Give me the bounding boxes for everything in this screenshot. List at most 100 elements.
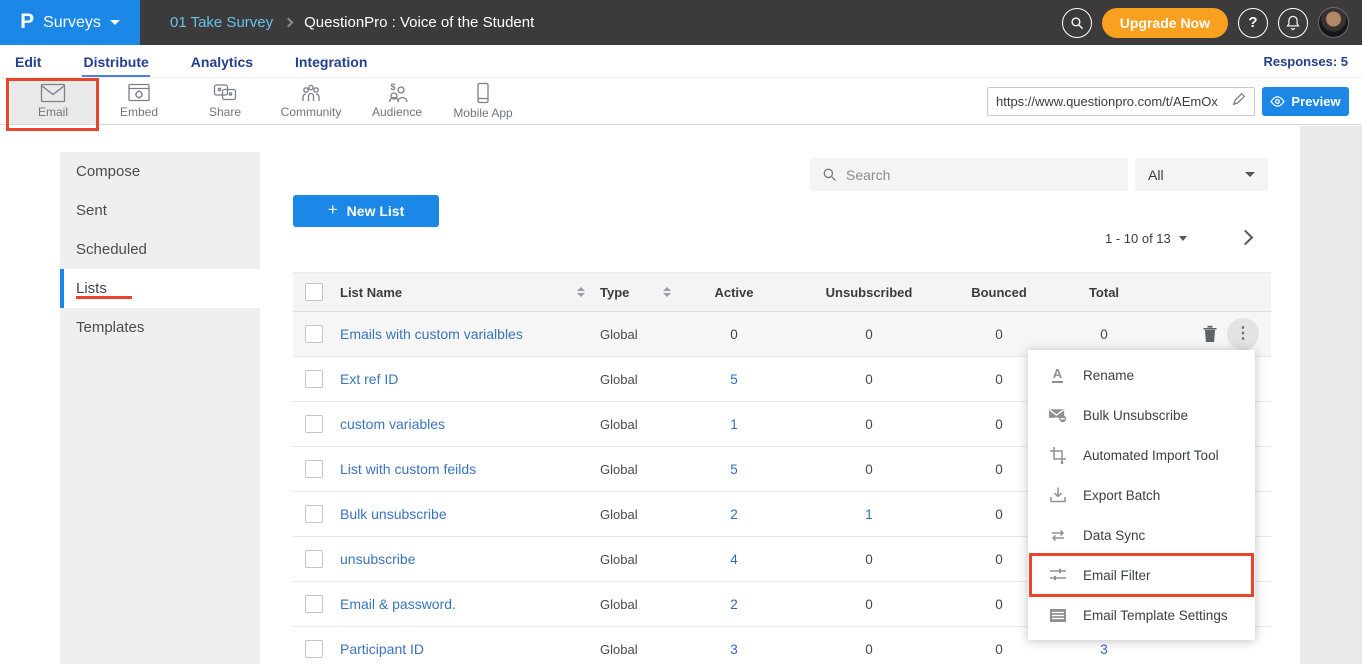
preview-button[interactable]: Preview	[1262, 87, 1349, 116]
list-search	[810, 158, 1128, 191]
bounced-count: 0	[944, 327, 1054, 342]
row-checkbox[interactable]	[305, 415, 323, 433]
menu-item-bulk-unsubscribe[interactable]: Bulk Unsubscribe	[1028, 395, 1255, 435]
channel-label: Share	[209, 105, 241, 119]
new-list-label: New List	[347, 203, 405, 219]
surveys-product-menu[interactable]: P Surveys	[0, 0, 140, 45]
svg-text:$: $	[390, 83, 395, 92]
sort-icon[interactable]	[660, 287, 674, 297]
channel-email[interactable]: Email	[10, 78, 96, 124]
total-count[interactable]: 3	[1054, 642, 1154, 657]
list-name-link[interactable]: Email & password.	[340, 596, 574, 612]
sidebar-item-templates[interactable]: Templates	[60, 308, 260, 347]
tab-distribute[interactable]: Distribute	[82, 46, 149, 77]
sort-icon[interactable]	[574, 287, 588, 297]
menu-item-rename[interactable]: A Rename	[1028, 355, 1255, 395]
delete-list-button[interactable]	[1199, 323, 1221, 345]
list-type: Global	[588, 642, 660, 657]
channel-mobile-app[interactable]: Mobile App	[440, 78, 526, 124]
active-count[interactable]: 1	[674, 417, 794, 432]
list-name-link[interactable]: Participant ID	[340, 641, 574, 657]
search-button[interactable]	[1062, 8, 1092, 38]
questionpro-logo-icon: P	[20, 10, 34, 34]
tab-edit[interactable]: Edit	[14, 46, 42, 77]
row-checkbox[interactable]	[305, 505, 323, 523]
user-avatar[interactable]	[1318, 7, 1349, 38]
survey-url-input[interactable]	[996, 94, 1226, 109]
list-filter-dropdown[interactable]: All	[1135, 158, 1268, 191]
notifications-button[interactable]	[1278, 8, 1308, 38]
sidebar-item-lists[interactable]: Lists	[60, 269, 260, 308]
menu-item-export-batch[interactable]: Export Batch	[1028, 475, 1255, 515]
sidebar-item-label: Templates	[76, 319, 144, 336]
sidebar-item-sent[interactable]: Sent	[60, 191, 260, 230]
unsubscribed-count: 0	[794, 642, 944, 657]
select-all-checkbox[interactable]	[305, 283, 323, 301]
next-page-chevron[interactable]	[1238, 230, 1254, 246]
unsubscribed-count[interactable]: 1	[794, 507, 944, 522]
edit-url-pencil-icon[interactable]	[1232, 92, 1246, 111]
list-name-link[interactable]: custom variables	[340, 416, 574, 432]
chevron-right-icon	[284, 18, 294, 28]
email-icon	[40, 83, 66, 103]
list-name-link[interactable]: Ext ref ID	[340, 371, 574, 387]
search-icon	[822, 167, 837, 182]
active-count[interactable]: 5	[674, 372, 794, 387]
list-type: Global	[588, 507, 660, 522]
active-count[interactable]: 2	[674, 507, 794, 522]
email-template-settings-icon	[1048, 606, 1067, 625]
email-distribution-content: Compose Sent Scheduled Lists Templates A…	[0, 126, 1362, 664]
column-header-list-name[interactable]: List Name	[340, 285, 574, 300]
list-name-link[interactable]: Bulk unsubscribe	[340, 506, 574, 522]
channel-embed[interactable]: Embed	[96, 78, 182, 124]
menu-item-data-sync[interactable]: Data Sync	[1028, 515, 1255, 555]
channel-share[interactable]: Share	[182, 78, 268, 124]
column-header-type[interactable]: Type	[588, 285, 660, 300]
bulk-unsubscribe-icon	[1048, 406, 1067, 425]
menu-item-email-template-settings[interactable]: Email Template Settings	[1028, 595, 1255, 635]
search-input[interactable]	[846, 167, 1116, 183]
active-count[interactable]: 3	[674, 642, 794, 657]
sidebar-item-scheduled[interactable]: Scheduled	[60, 230, 260, 269]
active-count: 0	[674, 327, 794, 342]
responses-count[interactable]: Responses: 5	[1263, 54, 1348, 69]
unsubscribed-count: 0	[794, 462, 944, 477]
sidebar-item-label: Scheduled	[76, 241, 147, 258]
list-name-link[interactable]: List with custom feilds	[340, 461, 574, 477]
pagination-control[interactable]: 1 - 10 of 13	[1105, 231, 1187, 246]
breadcrumb-survey-link[interactable]: 01 Take Survey	[170, 14, 273, 31]
help-button[interactable]: ?	[1238, 8, 1268, 38]
unsubscribed-count: 0	[794, 597, 944, 612]
row-context-menu: A Rename Bulk Unsubscribe	[1028, 350, 1255, 640]
list-name-link[interactable]: Emails with custom varialbles	[340, 326, 574, 342]
email-sidebar: Compose Sent Scheduled Lists Templates	[60, 152, 260, 664]
menu-item-label: Bulk Unsubscribe	[1083, 408, 1188, 423]
community-icon	[299, 83, 323, 103]
row-checkbox[interactable]	[305, 550, 323, 568]
list-name-link[interactable]: unsubscribe	[340, 551, 574, 567]
row-checkbox[interactable]	[305, 595, 323, 613]
menu-item-label: Automated Import Tool	[1083, 448, 1219, 463]
active-count[interactable]: 4	[674, 552, 794, 567]
upgrade-now-button[interactable]: Upgrade Now	[1102, 8, 1228, 38]
channel-audience[interactable]: $ Audience	[354, 78, 440, 124]
row-checkbox[interactable]	[305, 460, 323, 478]
menu-item-email-filter[interactable]: Email Filter	[1028, 555, 1255, 595]
list-type: Global	[588, 552, 660, 567]
tab-integration[interactable]: Integration	[294, 46, 368, 77]
survey-nav: Edit Distribute Analytics Integration Re…	[0, 45, 1362, 78]
channel-community[interactable]: Community	[268, 78, 354, 124]
row-more-menu-button[interactable]: ⋮	[1227, 318, 1259, 350]
row-checkbox[interactable]	[305, 640, 323, 658]
audience-icon: $	[384, 83, 410, 103]
sidebar-item-compose[interactable]: Compose	[60, 152, 260, 191]
menu-item-automated-import[interactable]: Automated Import Tool	[1028, 435, 1255, 475]
active-count[interactable]: 5	[674, 462, 794, 477]
active-count[interactable]: 2	[674, 597, 794, 612]
tab-analytics[interactable]: Analytics	[190, 46, 254, 77]
menu-item-label: Email Template Settings	[1083, 608, 1228, 623]
share-icon	[213, 83, 237, 103]
new-list-button[interactable]: + New List	[293, 195, 439, 227]
row-checkbox[interactable]	[305, 325, 323, 343]
row-checkbox[interactable]	[305, 370, 323, 388]
